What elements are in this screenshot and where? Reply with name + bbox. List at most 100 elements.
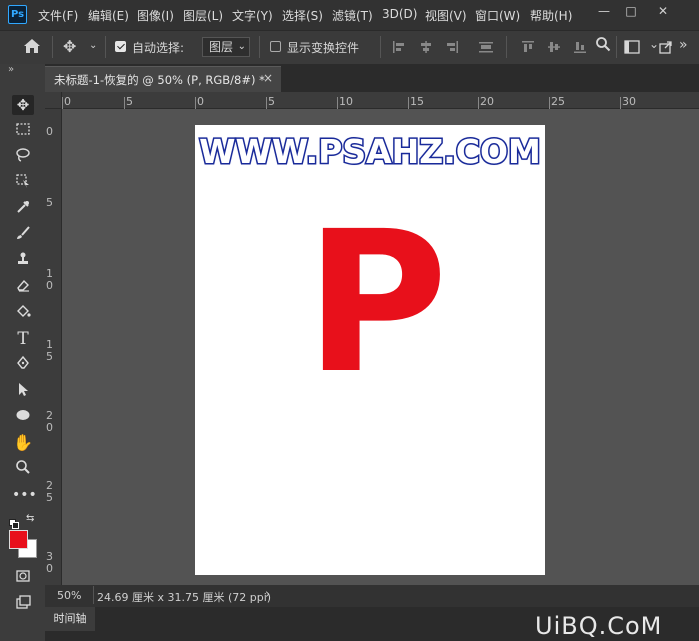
menu-edit[interactable]: 编辑(E)	[88, 7, 129, 24]
close-tab-icon[interactable]: ×	[263, 71, 273, 85]
ruler-label: 2 5	[46, 479, 53, 504]
ruler-label: 30	[622, 95, 636, 108]
ruler-label: 2 0	[46, 409, 53, 434]
layer-dropdown-value: 图层	[209, 40, 234, 54]
chevron-down-icon[interactable]: ⌄	[649, 37, 659, 51]
marquee-tool-icon[interactable]	[12, 121, 34, 141]
close-window-button[interactable]: ✕	[650, 3, 676, 19]
chevron-right-icon[interactable]: ›	[265, 587, 270, 602]
align-left-icon[interactable]	[392, 39, 406, 58]
ruler-tick	[408, 97, 409, 109]
menu-view[interactable]: 视图(V)	[425, 7, 467, 24]
eraser-tool-icon[interactable]	[12, 277, 34, 297]
ruler-tick	[478, 97, 479, 109]
separator	[616, 36, 617, 58]
ruler-tick	[266, 97, 267, 109]
ruler-label: 10	[339, 95, 353, 108]
watermark-text: WWW.PSAHZ.COM	[198, 131, 543, 173]
workspace-icon[interactable]	[624, 39, 640, 58]
ruler-label: 1 5	[46, 338, 53, 363]
align-bottom-icon[interactable]	[573, 39, 587, 58]
align-top-icon[interactable]	[521, 39, 535, 58]
separator	[380, 36, 381, 58]
minimize-button[interactable]: —	[591, 3, 617, 19]
menu-3d[interactable]: 3D(D)	[382, 7, 417, 21]
search-icon[interactable]	[595, 36, 611, 56]
pen-tool-icon[interactable]	[12, 355, 34, 375]
zoom-level[interactable]: 50%	[57, 589, 81, 602]
ruler-label: 25	[551, 95, 565, 108]
chevron-down-icon[interactable]: ⌄	[89, 40, 97, 51]
align-middle-icon[interactable]	[547, 39, 561, 58]
quick-mask-icon[interactable]	[12, 568, 34, 588]
auto-select-checkbox[interactable]	[115, 41, 126, 52]
ruler-label: 5	[126, 95, 133, 108]
menu-image[interactable]: 图像(I)	[137, 7, 174, 24]
brush-tool-icon[interactable]	[12, 225, 34, 245]
align-right-icon[interactable]	[445, 39, 459, 58]
path-select-tool-icon[interactable]	[12, 381, 34, 401]
foreground-color-swatch[interactable]	[9, 530, 28, 549]
zoom-tool-icon[interactable]	[12, 459, 34, 479]
horizontal-ruler	[45, 92, 699, 109]
menu-filter[interactable]: 滤镜(T)	[332, 7, 373, 24]
brand-watermark: UiBQ.CoM	[535, 612, 663, 640]
show-transform-label: 显示变换控件	[287, 41, 360, 55]
separator	[105, 36, 106, 58]
hand-tool-icon[interactable]: ✋	[12, 433, 34, 453]
menu-help[interactable]: 帮助(H)	[530, 7, 572, 24]
ruler-tick	[549, 97, 550, 109]
layer-dropdown[interactable]: 图层 ⌄	[202, 37, 250, 57]
eyedropper-tool-icon[interactable]	[12, 199, 34, 219]
ruler-tick	[620, 97, 621, 109]
ruler-label: 20	[480, 95, 494, 108]
separator	[259, 36, 260, 58]
show-transform-checkbox[interactable]	[270, 41, 281, 52]
move-tool-icon[interactable]: ✥	[63, 37, 76, 56]
align-center-icon[interactable]	[419, 39, 433, 58]
more-tools-icon[interactable]: •••	[12, 485, 37, 505]
photoshop-logo: Ps	[8, 5, 27, 24]
ruler-tick	[337, 97, 338, 109]
document-canvas[interactable]: WWW.PSAHZ.COM P	[195, 125, 545, 575]
object-select-tool-icon[interactable]	[12, 173, 34, 193]
ruler-label: 0	[46, 125, 53, 138]
swap-colors-icon[interactable]: ⇆	[26, 513, 34, 524]
timeline-tab[interactable]: 时间轴	[45, 607, 95, 631]
ruler-tick	[195, 97, 196, 109]
move-tool-icon[interactable]: ✥	[12, 95, 34, 115]
maximize-button[interactable]: □	[618, 3, 644, 19]
auto-select-label: 自动选择:	[132, 41, 185, 55]
screen-mode-icon[interactable]	[12, 594, 34, 614]
menu-layer[interactable]: 图层(L)	[183, 7, 223, 24]
separator	[52, 36, 53, 58]
menu-type[interactable]: 文字(Y)	[232, 7, 273, 24]
menu-window[interactable]: 窗口(W)	[475, 7, 520, 24]
chevron-double-right-icon[interactable]: »	[679, 37, 688, 53]
paint-bucket-tool-icon[interactable]	[12, 303, 34, 323]
stamp-tool-icon[interactable]	[12, 251, 34, 271]
home-icon[interactable]	[23, 38, 41, 58]
ruler-tick	[124, 97, 125, 109]
ruler-tick	[62, 97, 63, 109]
ruler-label: 1 0	[46, 267, 53, 292]
separator	[93, 586, 94, 604]
ruler-label: 5	[268, 95, 275, 108]
type-tool-icon[interactable]: T	[12, 329, 34, 349]
document-tab[interactable]: 未标题-1-恢复的 @ 50% (P, RGB/8#) * ×	[45, 66, 281, 92]
ruler-label: 15	[410, 95, 424, 108]
ellipse-tool-icon[interactable]	[12, 407, 34, 427]
menu-file[interactable]: 文件(F)	[38, 7, 78, 24]
document-tab-title: 未标题-1-恢复的 @ 50% (P, RGB/8#) *	[54, 73, 265, 87]
chevron-down-icon: ⌄	[237, 41, 246, 52]
distribute-icon[interactable]	[478, 39, 494, 58]
menu-select[interactable]: 选择(S)	[282, 7, 323, 24]
collapse-panel-icon[interactable]: »	[8, 64, 14, 75]
share-icon[interactable]	[659, 39, 673, 58]
ruler-label: 5	[46, 196, 53, 209]
ruler-label: 3 0	[46, 550, 53, 575]
ruler-origin[interactable]	[45, 92, 62, 109]
lasso-tool-icon[interactable]	[12, 147, 34, 167]
ruler-label: 0	[64, 95, 71, 108]
document-size: 24.69 厘米 x 31.75 厘米 (72 ppi)	[97, 591, 272, 604]
